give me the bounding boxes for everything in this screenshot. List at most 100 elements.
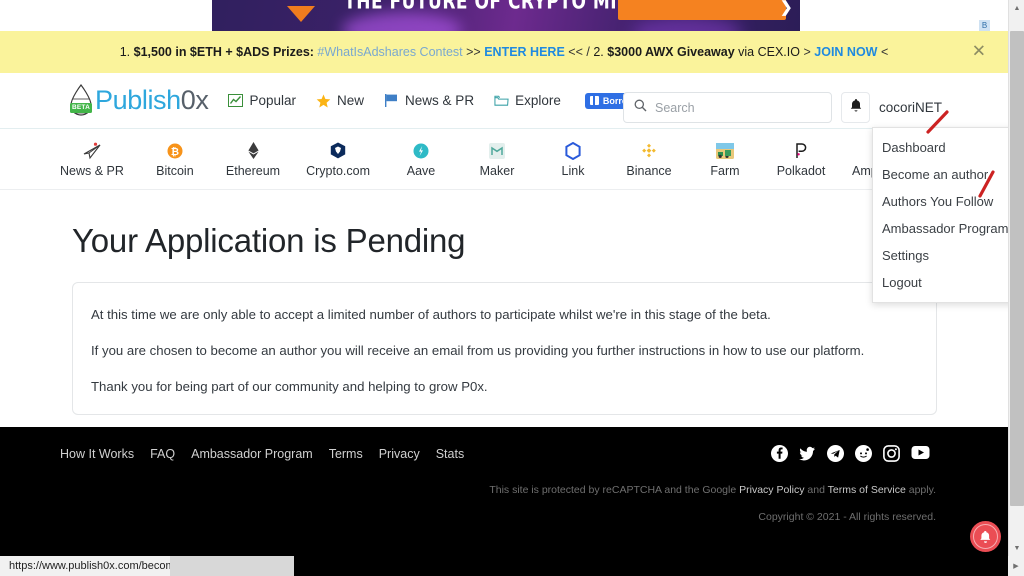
- search-box[interactable]: [623, 92, 832, 123]
- ethereum-icon: [247, 142, 259, 160]
- promo-arrow-2: >: [803, 45, 811, 59]
- scrollbar-thumb[interactable]: [1010, 31, 1024, 506]
- scrollbar-corner: ▶: [1008, 556, 1024, 576]
- dropdown-item-become-an-author[interactable]: Become an author: [873, 161, 1008, 188]
- footer-link-terms[interactable]: Terms: [329, 447, 363, 461]
- telegram-icon[interactable]: [827, 445, 844, 462]
- ad-cta-button[interactable]: [618, 0, 786, 20]
- crypto-nav-item-news-pr[interactable]: News & PR: [60, 142, 124, 178]
- twitter-icon[interactable]: [799, 445, 816, 462]
- user-menu-trigger[interactable]: cocoriNET: [879, 100, 942, 115]
- crypto-nav-item-polkadot[interactable]: Polkadot: [776, 142, 826, 178]
- paper-plane-icon: [82, 142, 102, 160]
- nav-item-explore[interactable]: Explore: [494, 93, 561, 108]
- status-paragraph-3: Thank you for being part of our communit…: [91, 379, 488, 395]
- ad-banner-creative[interactable]: THE FUTURE OF CRYPTO MINING ❯: [212, 0, 800, 31]
- legal-and: and: [804, 484, 828, 496]
- polkadot-icon: [794, 142, 808, 160]
- promo-bar: 1. $1,500 in $ETH + $ADS Prizes: #WhatIs…: [0, 31, 1008, 73]
- crypto-navigation: News & PR ₿ Bitcoin Ethereum Crypto.com …: [0, 130, 1008, 190]
- legal-terms-of-service-link[interactable]: Terms of Service: [828, 484, 906, 496]
- notification-float-button[interactable]: [970, 521, 1001, 552]
- logo-text-0x: 0x: [180, 85, 209, 115]
- crypto-nav-label-farm: Farm: [710, 163, 740, 178]
- browser-page: THE FUTURE OF CRYPTO MINING ❯ B 1. $1,50…: [0, 0, 1024, 576]
- promo-text: 1. $1,500 in $ETH + $ADS Prizes: #WhatIs…: [120, 45, 889, 59]
- crypto-nav-item-maker[interactable]: Maker: [472, 142, 522, 178]
- status-bar-url: https://www.publish0x.com/become#: [0, 556, 197, 576]
- site-logo[interactable]: BETA Publish0x: [68, 83, 209, 118]
- notifications-button[interactable]: [841, 92, 870, 123]
- promo-item1-prize: $1,500 in $ETH + $ADS Prizes:: [133, 45, 314, 59]
- crypto-nav-item-link[interactable]: Link: [548, 141, 598, 178]
- ad-banner[interactable]: THE FUTURE OF CRYPTO MINING ❯ B: [0, 0, 1008, 31]
- promo-close-button[interactable]: ✕: [972, 43, 986, 61]
- dropdown-item-ambassador-program[interactable]: Ambassador Program: [873, 215, 1008, 242]
- dropdown-item-authors-you-follow[interactable]: Authors You Follow: [873, 188, 1008, 215]
- footer-link-ambassador-program[interactable]: Ambassador Program: [191, 447, 313, 461]
- crypto-nav-item-binance[interactable]: Binance: [624, 142, 674, 178]
- promo-item2-via: via CEX.IO: [738, 45, 800, 59]
- promo-item2-prize: $3000 AWX Giveaway: [607, 45, 735, 59]
- promo-separator: /: [586, 45, 590, 59]
- footer-link-how-it-works[interactable]: How It Works: [60, 447, 134, 461]
- promo-item2-number: 2.: [593, 45, 604, 59]
- nav-item-popular[interactable]: Popular: [228, 93, 296, 108]
- nav-item-news-pr[interactable]: News & PR: [384, 93, 474, 108]
- dropdown-item-dashboard[interactable]: Dashboard: [873, 134, 1008, 161]
- folder-icon: [494, 93, 509, 108]
- crypto-nav-item-ethereum[interactable]: Ethereum: [226, 142, 280, 178]
- logo-wordmark: Publish0x: [95, 85, 209, 116]
- search-input[interactable]: [655, 100, 821, 115]
- promo-arrows-1-end: <<: [568, 45, 583, 59]
- dropdown-item-settings[interactable]: Settings: [873, 242, 1008, 269]
- instagram-icon[interactable]: [883, 445, 900, 462]
- footer-links: How It Works FAQ Ambassador Program Term…: [60, 447, 464, 461]
- status-bar-filler: [170, 556, 294, 576]
- waterdrop-logo-icon: BETA: [68, 83, 94, 118]
- aave-icon: [413, 142, 429, 160]
- social-links: [771, 445, 930, 462]
- nav-label-explore: Explore: [515, 93, 561, 108]
- status-paragraph-2: If you are chosen to become an author yo…: [91, 343, 865, 359]
- bell-icon: [849, 98, 863, 118]
- nav-label-new: New: [337, 93, 365, 108]
- beta-badge: BETA: [70, 102, 92, 113]
- ad-cta-arrow-icon: ❯: [780, 0, 793, 16]
- crypto-nav-item-aave[interactable]: Aave: [396, 142, 446, 178]
- footer-link-stats[interactable]: Stats: [436, 447, 465, 461]
- ad-glow-decoration: [342, 12, 462, 31]
- ad-info-badge[interactable]: B: [979, 20, 990, 31]
- crypto-nav-item-crypto-com[interactable]: Crypto.com: [306, 142, 370, 178]
- crypto-nav-item-bitcoin[interactable]: ₿ Bitcoin: [150, 142, 200, 178]
- crypto-nav-label-news-pr: News & PR: [60, 163, 124, 178]
- footer-link-faq[interactable]: FAQ: [150, 447, 175, 461]
- legal-privacy-policy-link[interactable]: Privacy Policy: [739, 484, 804, 496]
- status-paragraph-1: At this time we are only able to accept …: [91, 307, 771, 322]
- chainlink-icon: [565, 141, 581, 160]
- promo-enter-here-link[interactable]: ENTER HERE: [484, 45, 565, 59]
- page-viewport: THE FUTURE OF CRYPTO MINING ❯ B 1. $1,50…: [0, 0, 1008, 556]
- site-footer: How It Works FAQ Ambassador Program Term…: [0, 427, 1008, 556]
- dropdown-item-logout[interactable]: Logout: [873, 269, 1008, 296]
- scrollbar-up-arrow[interactable]: ▲: [1009, 0, 1024, 16]
- promo-join-now-link[interactable]: JOIN NOW: [814, 45, 877, 59]
- crypto-nav-item-farm[interactable]: Farm: [700, 142, 750, 178]
- promo-arrow-2-end: <: [880, 45, 889, 59]
- reddit-icon[interactable]: [855, 445, 872, 462]
- youtube-icon[interactable]: [911, 445, 930, 462]
- page-title: Your Application is Pending: [72, 222, 466, 259]
- footer-link-privacy[interactable]: Privacy: [379, 447, 420, 461]
- star-icon: [316, 93, 331, 108]
- promo-contest-link[interactable]: #WhatIsAdshares Contest: [317, 45, 462, 59]
- crypto-nav-label-maker: Maker: [479, 163, 515, 178]
- scrollbar-down-arrow[interactable]: ▼: [1009, 540, 1024, 556]
- browser-status-bar: https://www.publish0x.com/become#: [0, 556, 1024, 576]
- crypto-nav-label-aave: Aave: [406, 163, 436, 178]
- nav-item-new[interactable]: New: [316, 93, 364, 108]
- vertical-scrollbar[interactable]: ▲ ▼: [1008, 0, 1024, 556]
- nav-label-popular: Popular: [249, 93, 297, 108]
- svg-text:₿: ₿: [171, 146, 179, 158]
- facebook-icon[interactable]: [771, 445, 788, 462]
- promo-item1-number: 1.: [119, 45, 131, 59]
